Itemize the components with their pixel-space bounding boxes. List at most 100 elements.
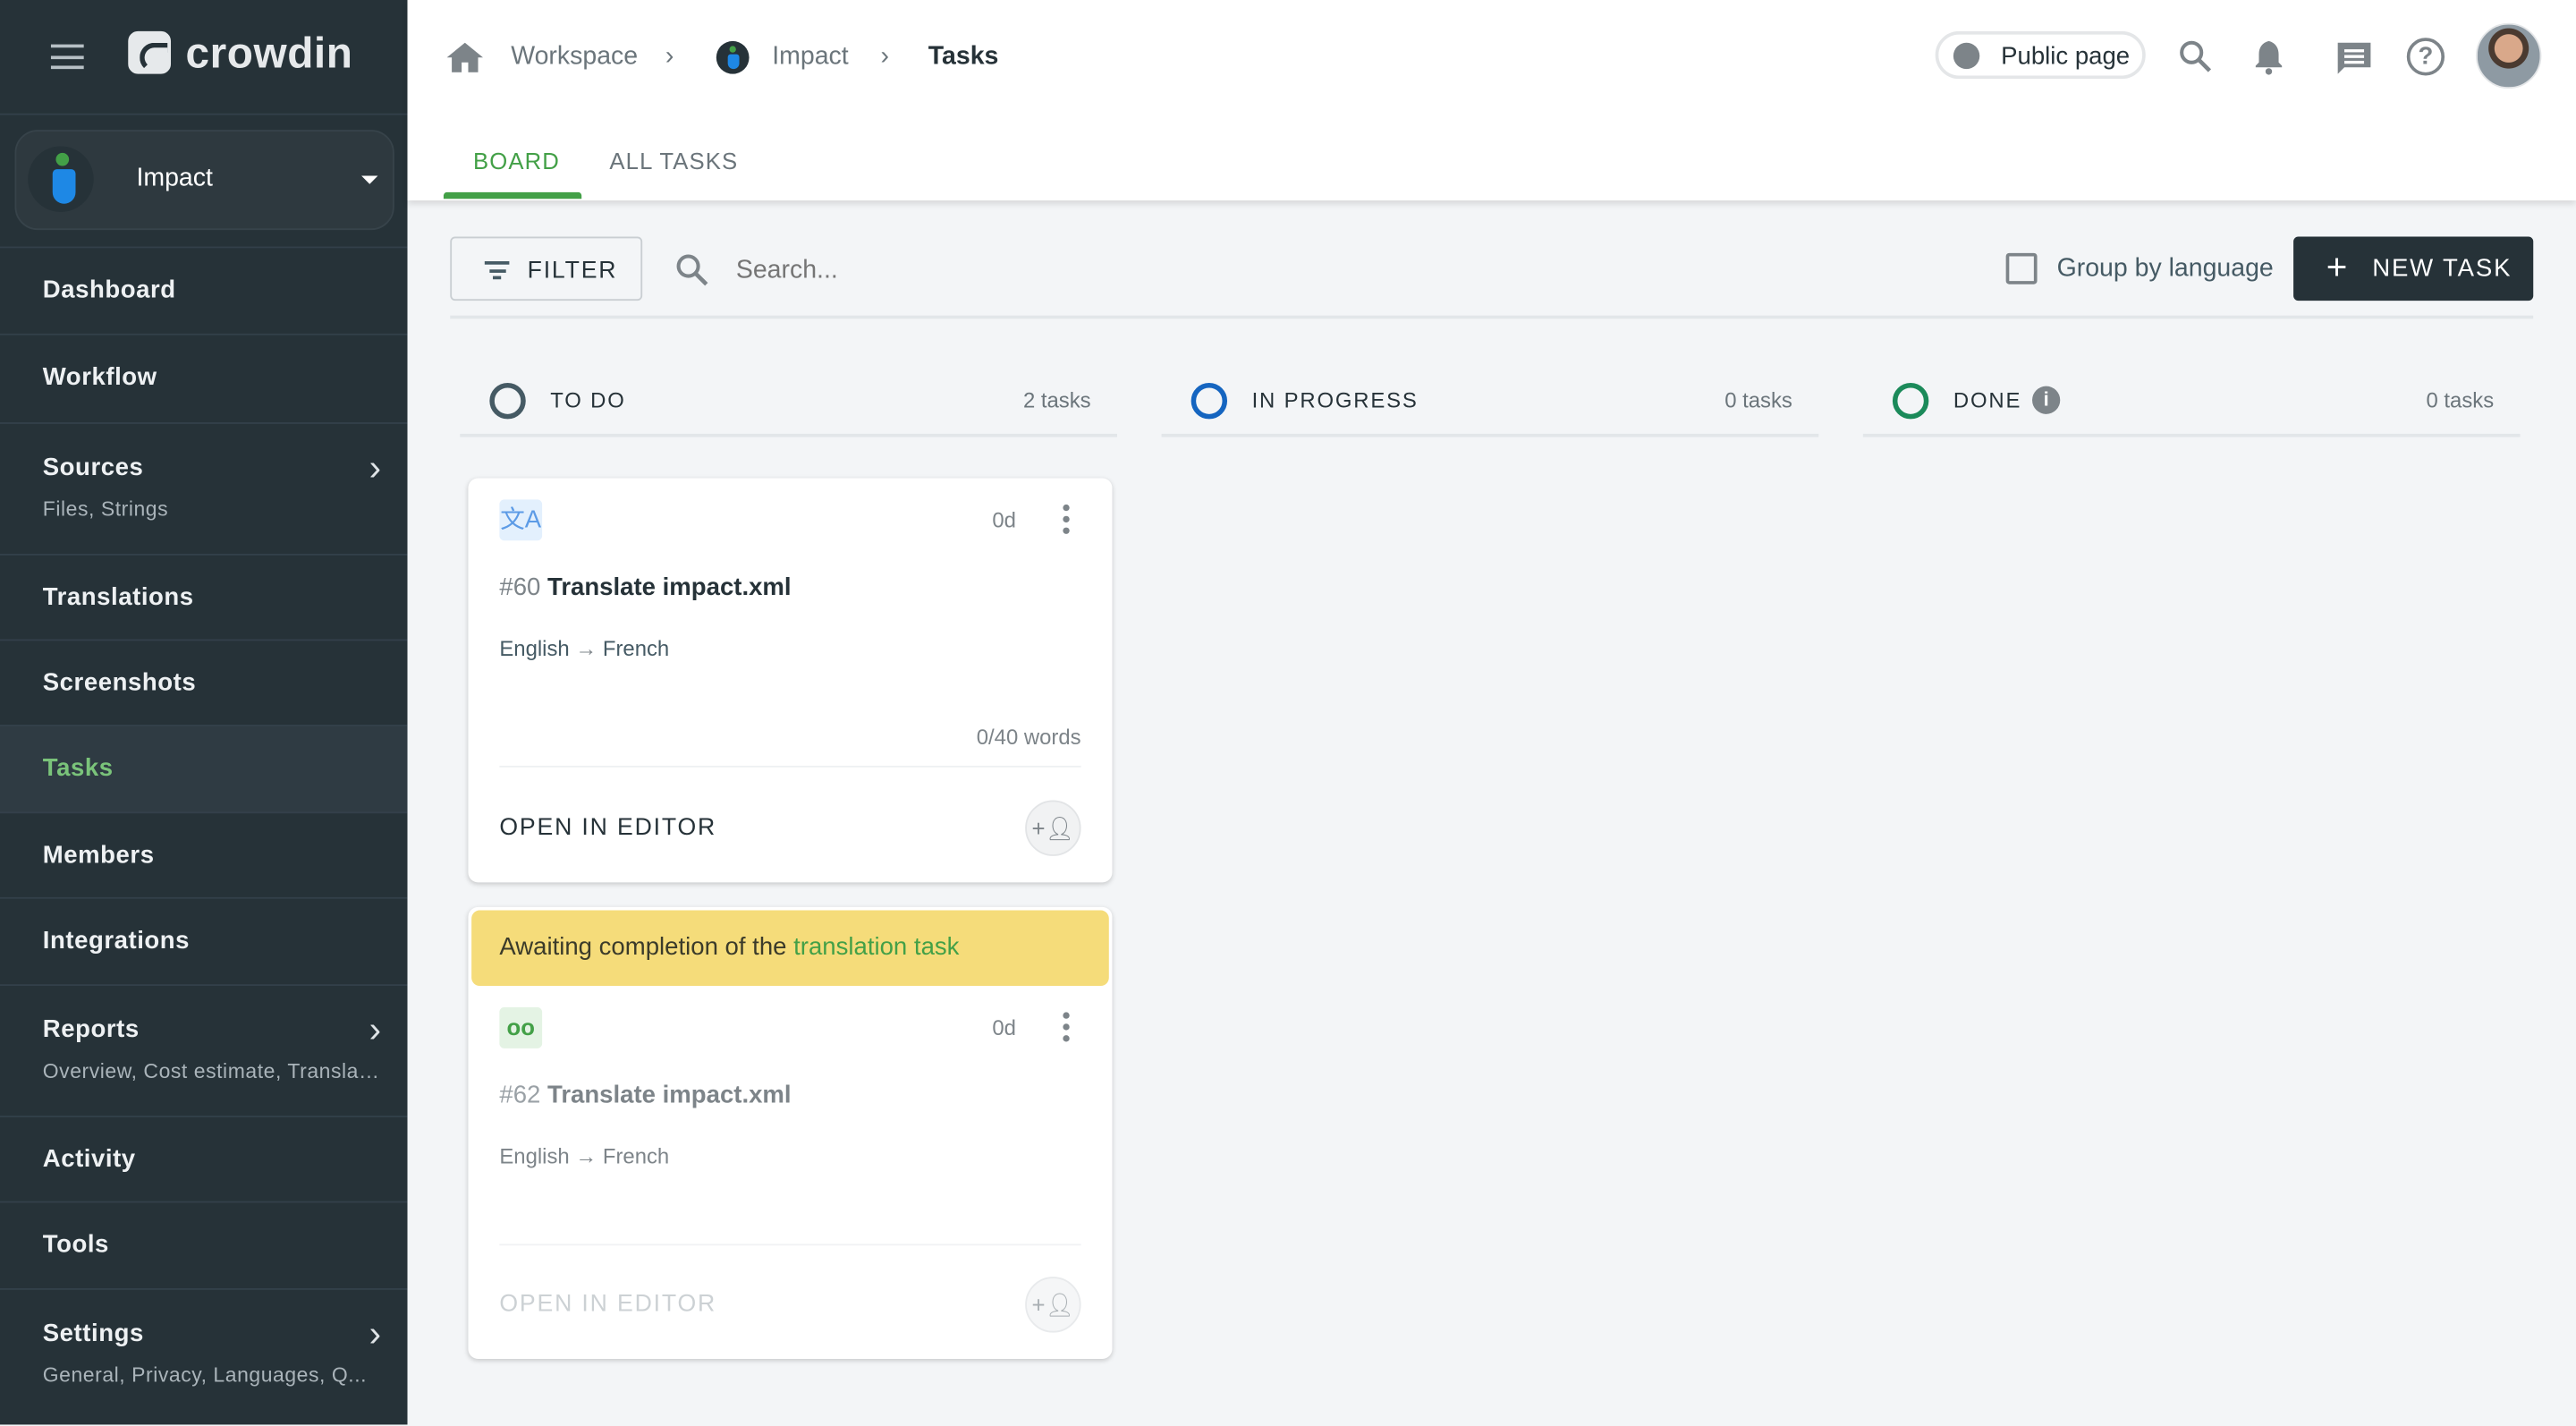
sidebar-item-translations[interactable]: Translations — [0, 553, 408, 641]
sidebar-item-settings[interactable]: Settings General, Privacy, Languages, Q..… — [0, 1287, 408, 1426]
status-ring-icon — [489, 382, 526, 420]
target-language: French — [602, 1143, 670, 1168]
more-vert-icon[interactable] — [1063, 1012, 1070, 1042]
sidebar-item-label: Dashboard — [42, 276, 176, 304]
sidebar-item-sources[interactable]: Sources Files, Strings › — [0, 422, 408, 556]
column-count: 0 tasks — [2426, 387, 2495, 413]
column-todo: TO DO 2 tasks — [460, 371, 1117, 437]
column-title: TO DO — [550, 387, 626, 413]
sidebar-item-label: Activity — [42, 1145, 136, 1174]
task-age: 0d — [992, 1015, 1016, 1040]
info-icon[interactable]: i — [2032, 386, 2061, 414]
project-avatar — [28, 146, 94, 212]
chevron-right-icon: › — [665, 42, 674, 71]
sidebar-item-subtitle: Files, Strings — [42, 497, 169, 522]
sidebar-item-label: Integrations — [42, 926, 191, 955]
task-id: #60 — [499, 573, 541, 602]
proofread-icon: oo — [499, 1006, 543, 1048]
public-page-button[interactable]: Public page — [1935, 30, 2146, 80]
sidebar-item-label: Reports — [42, 1015, 140, 1044]
awaiting-banner: Awaiting completion of the translation t… — [471, 910, 1109, 987]
filter-icon — [484, 261, 510, 280]
banner-text: Awaiting completion of the — [499, 933, 794, 962]
source-language: English — [499, 1143, 570, 1168]
sidebar-item-tasks[interactable]: Tasks — [0, 724, 408, 814]
tab-board[interactable]: BOARD — [473, 148, 560, 174]
arrow-right-icon: → — [575, 635, 597, 661]
group-by-language-label[interactable]: Group by language — [2057, 255, 2274, 284]
new-task-label: NEW TASK — [2372, 254, 2512, 283]
sidebar-item-activity[interactable]: Activity — [0, 1116, 408, 1202]
group-by-language-checkbox[interactable] — [2005, 252, 2038, 284]
task-title[interactable]: Translate impact.xml — [547, 1082, 792, 1109]
sidebar-item-label: Sources — [42, 453, 144, 482]
status-ring-icon — [1191, 382, 1228, 420]
assign-user-button[interactable]: +👤︎ — [1025, 1277, 1081, 1333]
sidebar-item-label: Translations — [42, 583, 194, 612]
chevron-right-icon[interactable]: › — [369, 447, 381, 490]
bell-icon[interactable] — [2252, 39, 2285, 84]
sidebar-item-screenshots[interactable]: Screenshots — [0, 639, 408, 726]
translate-icon: 文A — [499, 499, 543, 541]
filter-label: FILTER — [527, 258, 618, 284]
sidebar-item-reports[interactable]: Reports Overview, Cost estimate, Translat… — [0, 984, 408, 1117]
sidebar-item-label: Tools — [42, 1230, 109, 1259]
sidebar-item-tools[interactable]: Tools — [0, 1201, 408, 1290]
more-vert-icon[interactable] — [1063, 504, 1070, 534]
sidebar-item-label: Tasks — [42, 754, 114, 783]
user-avatar[interactable] — [2475, 22, 2542, 89]
source-language: English — [499, 635, 570, 661]
tab-all-tasks[interactable]: ALL TASKS — [609, 148, 738, 174]
open-in-editor-button[interactable]: OPEN IN EDITOR — [499, 815, 716, 841]
search-icon — [675, 253, 711, 298]
brand-name: crowdin — [185, 28, 353, 78]
sidebar-item-label: Workflow — [42, 362, 157, 392]
sidebar: crowdin Impact Dashboard Workflow Sources F… — [0, 0, 408, 1426]
task-id: #62 — [499, 1081, 541, 1109]
breadcrumb-workspace[interactable]: Workspace — [511, 43, 638, 72]
menu-icon[interactable] — [50, 44, 84, 70]
chevron-right-icon[interactable]: › — [369, 1313, 381, 1356]
globe-icon — [1953, 42, 1980, 70]
task-age: 0d — [992, 507, 1016, 533]
breadcrumb-project[interactable]: Impact — [772, 43, 848, 72]
column-count: 2 tasks — [1022, 387, 1091, 413]
sidebar-item-label: Screenshots — [42, 668, 197, 697]
column-in-progress: IN PROGRESS 0 tasks — [1161, 371, 1819, 437]
column-count: 0 tasks — [1724, 387, 1792, 413]
chat-icon[interactable] — [2336, 41, 2372, 86]
help-icon[interactable]: ? — [2406, 38, 2445, 76]
word-progress: 0/40 words — [976, 724, 1081, 750]
sidebar-item-subtitle: General, Privacy, Languages, Q... — [42, 1363, 368, 1388]
crowdin-logo-icon[interactable] — [128, 30, 172, 74]
filter-button[interactable]: FILTER — [450, 236, 643, 301]
sidebar-item-label: Members — [42, 841, 155, 870]
sidebar-item-workflow[interactable]: Workflow — [0, 333, 408, 424]
search-icon[interactable] — [2179, 39, 2215, 84]
task-card[interactable]: Awaiting completion of the translation t… — [468, 906, 1113, 1359]
assign-user-button[interactable]: +👤︎ — [1025, 800, 1081, 856]
public-page-label: Public page — [2001, 42, 2131, 71]
task-title[interactable]: Translate impact.xml — [547, 573, 792, 601]
column-title: IN PROGRESS — [1251, 387, 1419, 413]
project-selector[interactable]: Impact — [14, 130, 394, 231]
sidebar-item-integrations[interactable]: Integrations — [0, 896, 408, 986]
project-name: Impact — [136, 164, 213, 192]
sidebar-item-label: Settings — [42, 1319, 144, 1348]
breadcrumb-current: Tasks — [928, 42, 999, 71]
plus-icon: + — [2326, 246, 2348, 288]
task-card[interactable]: 文A 0d #60 Translate impact.xml English →… — [468, 478, 1113, 883]
search-input[interactable] — [733, 246, 1725, 296]
project-icon — [716, 40, 750, 74]
new-task-button[interactable]: + NEW TASK — [2293, 236, 2534, 301]
column-title: DONE — [1953, 387, 2022, 413]
sidebar-item-subtitle: Overview, Cost estimate, Translation... — [42, 1059, 380, 1083]
sidebar-item-dashboard[interactable]: Dashboard — [0, 246, 408, 335]
chevron-right-icon[interactable]: › — [369, 1009, 381, 1052]
column-done: DONE i 0 tasks — [1862, 371, 2521, 437]
translation-task-link[interactable]: translation task — [793, 933, 959, 961]
caret-down-icon — [361, 175, 378, 184]
sidebar-item-members[interactable]: Members — [0, 811, 408, 898]
home-icon[interactable] — [446, 42, 483, 81]
target-language: French — [602, 635, 670, 661]
